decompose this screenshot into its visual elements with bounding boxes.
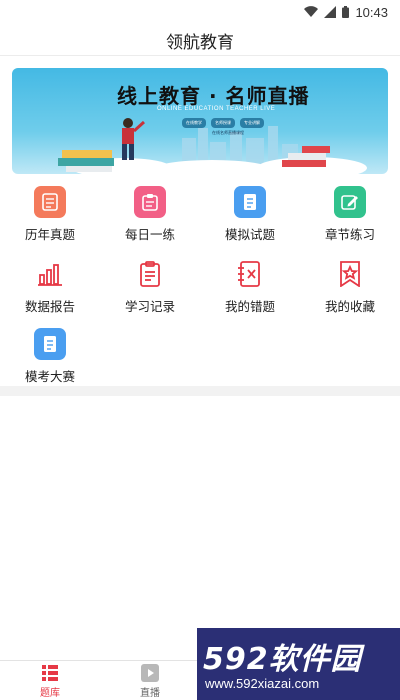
banner-tag: 名师授课 [211,118,235,128]
clipboard-icon [134,186,166,218]
promo-banner[interactable]: 线上教育 · 名师直播 ONLINE EDUCATION TEACHER LIV… [12,68,388,174]
signal-icon [324,3,337,22]
page-title: 领航教育 [166,33,234,53]
grid-item-my-favorites[interactable]: 我的收藏 [300,258,400,315]
grid-item-wrong-questions[interactable]: 我的错题 [200,258,300,315]
feature-row-1: 历年真题 每日一练 模拟试题 章节练习 [0,186,400,246]
tab-label: 题库 [40,688,60,699]
grid-item-label: 模考大赛 [24,369,75,384]
feature-row-3: 模考大赛 [0,328,400,388]
section-divider [0,386,400,396]
status-bar: 10:43 [0,0,400,24]
paper-icon [34,186,66,218]
grid-item-label: 模拟试题 [224,227,275,242]
banner-tag: 在线教学 [182,118,206,128]
app-header: 领航教育 [0,24,400,56]
edit-icon [334,186,366,218]
grid-item-label: 历年真题 [24,227,75,242]
feature-row-2: 数据报告 学习记录 我的错题 我的收藏 [0,258,400,318]
battery-icon [342,3,350,22]
banner-tags: 在线教学 名师授课 专业讲解 [182,118,264,128]
grid-item-label: 章节练习 [324,227,375,242]
banner-tag: 专业讲解 [240,118,264,128]
document-icon [234,186,266,218]
clipboard-list-icon [134,258,166,290]
play-icon [100,663,200,683]
tab-live[interactable]: 直播 [100,663,200,699]
grid-item-label: 数据报告 [24,299,75,314]
banner-footnote: 在线名师直播课程 [212,130,244,135]
grid-item-data-report[interactable]: 数据报告 [0,258,100,315]
site-watermark: 592软件园 www.592xiazai.com [197,628,400,700]
bar-chart-icon [34,258,66,290]
grid-item-label: 我的错题 [224,299,275,314]
error-book-icon [234,258,266,290]
grid-item-mock-contest[interactable]: 模考大赛 [0,328,100,385]
banner-subtitle: ONLINE EDUCATION TEACHER LIVE [157,106,276,112]
status-time: 10:43 [355,5,388,20]
grid-item-daily-practice[interactable]: 每日一练 [100,186,200,243]
grid-item-label: 学习记录 [124,299,175,314]
banner-title: 线上教育 · 名师直播 [117,84,310,108]
tab-question-bank[interactable]: 题库 [0,663,100,699]
grid-item-label: 我的收藏 [324,299,375,314]
tab-label: 直播 [140,688,160,699]
exam-icon [34,328,66,360]
wifi-icon [304,3,319,22]
grid-item-past-papers[interactable]: 历年真题 [0,186,100,243]
watermark-text: 592软件园 [203,642,362,677]
grid-item-label: 每日一练 [124,227,175,242]
grid-item-mock-exam[interactable]: 模拟试题 [200,186,300,243]
grid-item-study-record[interactable]: 学习记录 [100,258,200,315]
question-bank-icon [0,663,100,683]
grid-item-chapter-practice[interactable]: 章节练习 [300,186,400,243]
bookmark-star-icon [334,258,366,290]
watermark-url: www.592xiazai.com [205,676,320,691]
